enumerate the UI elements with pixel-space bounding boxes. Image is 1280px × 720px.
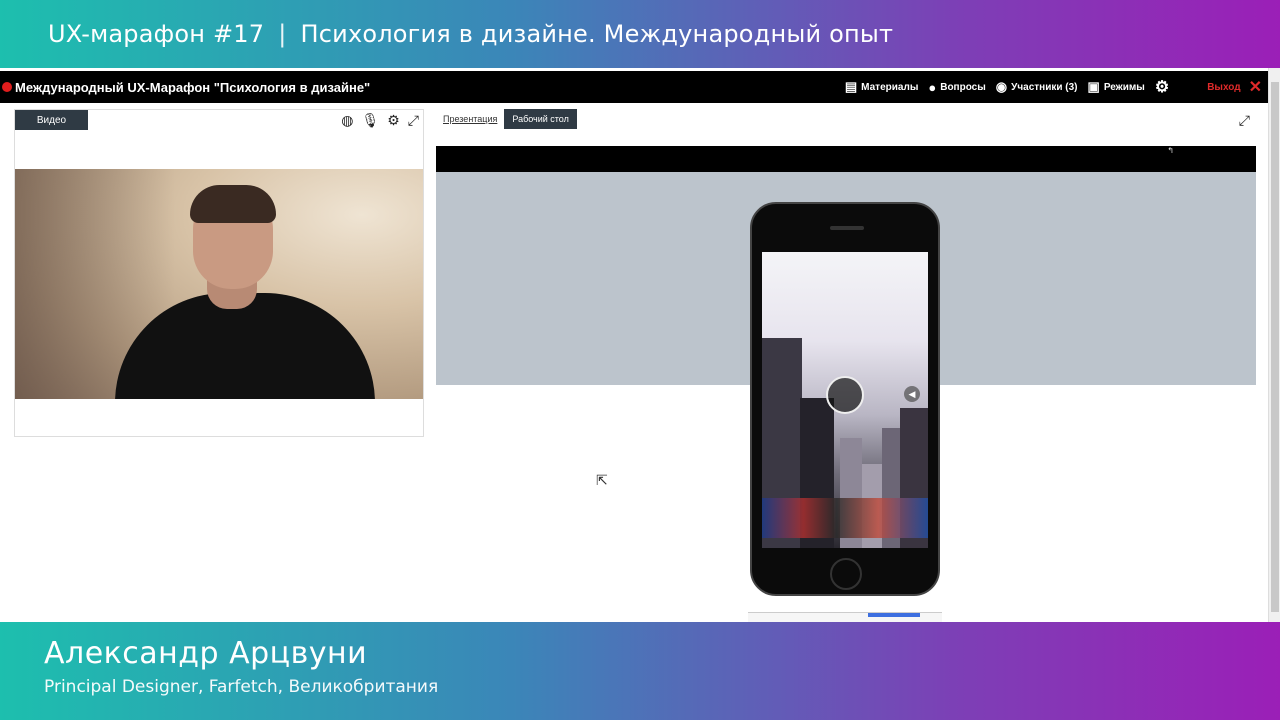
microphone-icon[interactable]: 🎙: [361, 112, 379, 129]
settings-button[interactable]: ⚙: [1155, 77, 1173, 97]
phone-home-button: [830, 558, 862, 590]
progress-indicator: [868, 613, 920, 617]
video-toolbar: ◍ 🎙 ⚙ ⤢: [341, 112, 419, 129]
app-title: Международный UX-Марафон "Психология в д…: [15, 79, 371, 95]
participants-label: Участники (3): [1011, 81, 1078, 93]
speaker-name: Александр Арцвуни: [44, 636, 368, 671]
tab-video[interactable]: Видео: [15, 110, 88, 130]
phone-mockup: ◀: [750, 202, 940, 596]
close-icon: ✕: [1248, 79, 1262, 96]
exit-button[interactable]: Выход ✕: [1207, 77, 1262, 97]
phone-screen: ◀: [762, 252, 928, 548]
participants-button[interactable]: ◉ Участники (3): [996, 79, 1078, 95]
expand-icon[interactable]: ⤢: [1239, 112, 1250, 129]
tab-desktop[interactable]: Рабочий стол: [504, 109, 577, 129]
phone-speaker: [830, 226, 864, 230]
camera-shutter-icon: [826, 376, 864, 414]
modes-button[interactable]: ▣ Режимы: [1088, 79, 1145, 95]
record-dot-icon: [2, 82, 12, 92]
exit-label: Выход: [1207, 81, 1241, 93]
materials-button[interactable]: ▤ Материалы: [845, 79, 918, 95]
scrollbar-thumb[interactable]: [1271, 82, 1279, 612]
speaker-banner: Александр Арцвуни Principal Designer, Fa…: [0, 622, 1280, 720]
expand-icon[interactable]: ⤢: [408, 112, 419, 129]
speaker-hair: [190, 185, 276, 223]
presentation-panel: Презентация Рабочий стол ⤢ ↰ ◀ ⇱: [436, 109, 1256, 622]
webinar-app: Международный UX-Марафон "Психология в д…: [0, 68, 1280, 622]
mouse-cursor-icon: ⇱: [596, 472, 608, 488]
app-scrollbar[interactable]: [1268, 68, 1280, 622]
document-icon: ▤: [844, 79, 858, 94]
gear-icon: ⚙: [1154, 79, 1170, 96]
webcam-icon[interactable]: ◍: [341, 112, 353, 129]
presentation-tabs: Презентация Рабочий стол: [436, 109, 577, 129]
modes-label: Режимы: [1103, 81, 1145, 93]
shared-screen-topbar: ↰: [436, 146, 1256, 172]
materials-label: Материалы: [861, 81, 919, 93]
phone-caption-bar: [748, 612, 942, 622]
shared-screen: ↰ ◀ ⇱: [436, 146, 1256, 622]
app-header: Международный UX-Марафон "Психология в д…: [0, 71, 1268, 103]
event-title: UX-марафон #17: [48, 20, 265, 48]
billboards: [762, 498, 928, 538]
event-topic: Психология в дизайне. Международный опыт: [300, 20, 894, 48]
video-panel: Видео ◍ 🎙 ⚙ ⤢: [14, 109, 424, 437]
questions-label: Вопросы: [940, 81, 986, 93]
tab-presentation[interactable]: Презентация: [443, 114, 497, 124]
chat-icon: ●: [928, 79, 937, 95]
questions-button[interactable]: ● Вопросы: [928, 80, 985, 95]
layout-icon: ▣: [1087, 79, 1100, 94]
speaker-role: Principal Designer, Farfetch, Великобрит…: [44, 677, 439, 697]
webcam-video: [15, 169, 423, 399]
shared-cursor-icon: ↰: [1167, 146, 1174, 155]
sound-icon: ◀: [904, 386, 920, 402]
eye-icon: ◉: [995, 79, 1008, 94]
title-separator: |: [278, 20, 287, 48]
gear-icon[interactable]: ⚙: [387, 112, 400, 129]
top-banner: UX-марафон #17 | Психология в дизайне. М…: [0, 0, 1280, 68]
